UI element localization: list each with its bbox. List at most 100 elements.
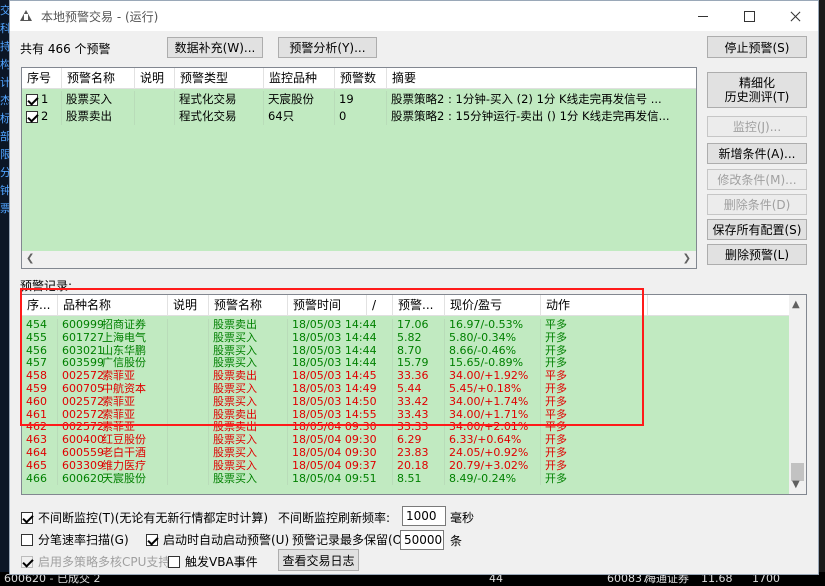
refresh-frequency-input[interactable]: 1000 bbox=[402, 506, 446, 526]
record-seq-cell: 465 bbox=[22, 459, 58, 473]
monitor-button[interactable]: 监控(J)... bbox=[707, 116, 807, 137]
record-alert-cell: 股票买入 bbox=[209, 459, 288, 473]
continuous-monitor-option[interactable]: 不间断监控(T)(无论有无新行情都定时计算) bbox=[21, 509, 268, 526]
record-alert-cell: 股票买入 bbox=[209, 434, 288, 447]
max-records-input[interactable]: 50000 bbox=[400, 530, 444, 550]
continuous-monitor-checkbox[interactable] bbox=[21, 511, 33, 524]
auto-start-checkbox[interactable] bbox=[146, 533, 158, 546]
maximize-button[interactable] bbox=[726, 1, 772, 31]
record-price-cell: 23.83 bbox=[393, 447, 445, 460]
alert-desc-cell bbox=[135, 108, 175, 125]
auto-start-option[interactable]: 启动时自动启动预警(U) bbox=[146, 531, 289, 548]
window-title: 本地预警交易 - (运行) bbox=[41, 9, 159, 24]
auto-start-label: 启动时自动启动预警(U) bbox=[163, 533, 290, 547]
alert-name-cell: 股票卖出 bbox=[62, 108, 135, 125]
record-table-row[interactable]: 464 600559 老白干酒 股票买入 18/05/04 09:30 23.83 24.0… bbox=[22, 447, 806, 460]
vba-event-label: 触发VBA事件 bbox=[185, 555, 258, 569]
record-desc-cell bbox=[168, 434, 209, 447]
multicore-option[interactable]: 启用多策略多核CPU支持 bbox=[21, 553, 170, 570]
record-table-row[interactable]: 465 603309 维力医疗 股票买入 18/05/04 09:37 20.18 20.7… bbox=[22, 459, 806, 473]
close-button[interactable] bbox=[772, 1, 818, 31]
delete-alert-button[interactable]: 删除预警(L) bbox=[707, 244, 807, 265]
record-alert-cell: 股票买入 bbox=[209, 447, 288, 460]
record-price-cell: 6.29 bbox=[393, 434, 445, 447]
alert-count-cell: 0 bbox=[335, 108, 387, 125]
alert-row-id-cell: 1 bbox=[22, 91, 62, 108]
record-price-cell: 8.51 bbox=[393, 472, 445, 486]
refine-backtest-line2: 历史测评(T) bbox=[724, 90, 790, 104]
alert-name-cell: 股票买入 bbox=[62, 91, 135, 108]
alert-column-header[interactable]: 预警类型 bbox=[175, 68, 264, 89]
alert-enabled-checkbox[interactable] bbox=[26, 93, 38, 106]
alert-column-header[interactable]: 说明 bbox=[135, 68, 175, 89]
alert-type-cell: 程式化交易 bbox=[175, 91, 264, 108]
alert-column-header[interactable]: 序号 bbox=[22, 68, 62, 89]
record-time-cell: 18/05/04 09:30 bbox=[288, 434, 393, 447]
record-desc-cell bbox=[168, 472, 209, 486]
alert-target-cell: 天宸股份 bbox=[264, 91, 335, 108]
record-action-cell: 开多 bbox=[545, 447, 567, 459]
record-now-cell: 8.49/-0.24% bbox=[445, 472, 541, 486]
record-action-cell: 开多 bbox=[545, 459, 567, 472]
record-name-cell: 老白干酒 bbox=[98, 447, 168, 460]
alert-table-header: 序号 预警名称 说明 预警类型 监控品种 预警数 摘要 bbox=[22, 68, 696, 89]
alert-type-cell: 程式化交易 bbox=[175, 108, 264, 125]
record-name-cell: 天宸股份 bbox=[98, 472, 168, 486]
record-table-row[interactable]: 466 600620 天宸股份 股票买入 18/05/04 09:51 8.51 8.49/… bbox=[22, 472, 806, 486]
record-code-cell: 600620 bbox=[62, 472, 103, 485]
save-all-config-button[interactable]: 保存所有配置(S) bbox=[707, 219, 807, 240]
scroll-up-icon[interactable]: ▲ bbox=[792, 299, 800, 310]
tick-scan-checkbox[interactable] bbox=[21, 533, 33, 546]
alert-summary-cell: 股票策略2 : 15分钟运行-卖出 () 1分 K线走完再发信... bbox=[391, 109, 670, 123]
scroll-left-icon[interactable]: ❮ bbox=[26, 253, 34, 264]
scroll-right-icon[interactable]: ❯ bbox=[683, 253, 691, 264]
record-seq-cell: 463 bbox=[22, 434, 58, 447]
continuous-monitor-label: 不间断监控(T)(无论有无新行情都定时计算) bbox=[38, 511, 269, 525]
minimize-button[interactable] bbox=[680, 1, 726, 31]
scroll-down-icon[interactable]: ▼ bbox=[792, 479, 800, 490]
local-alert-trading-window: 本地预警交易 - (运行) 共有 466 个预警 数据补充(W)... 预警分析… bbox=[9, 0, 819, 575]
alert-column-header[interactable]: 预警名称 bbox=[62, 68, 135, 89]
alert-table-row[interactable]: 1 股票买入 程式化交易 天宸股份 19 股票策略2 : 1分钟-买入 (2) 1分 K线… bbox=[22, 91, 696, 108]
alert-definition-table[interactable]: 序号 预警名称 说明 预警类型 监控品种 预警数 摘要 1 股票买入 程式化交易 天宸股份 19 股票… bbox=[21, 67, 697, 269]
view-trade-log-button[interactable]: 查看交易日志 bbox=[278, 549, 359, 571]
add-condition-button[interactable]: 新增条件(A)... bbox=[707, 143, 807, 164]
record-desc-cell bbox=[168, 447, 209, 460]
stop-alert-button[interactable]: 停止预警(S) bbox=[707, 36, 807, 58]
alert-target-cell: 64只 bbox=[264, 108, 335, 125]
record-code-cell: 600400 bbox=[62, 434, 103, 447]
record-name-cell: 红豆股份 bbox=[98, 434, 168, 447]
record-price-cell: 20.18 bbox=[393, 459, 445, 473]
record-action-cell: 开多 bbox=[545, 472, 567, 485]
delete-condition-button[interactable]: 删除条件(D) bbox=[707, 194, 807, 215]
tick-scan-option[interactable]: 分笔速率扫描(G) bbox=[21, 531, 129, 548]
refresh-frequency-label: 不间断监控刷新频率: bbox=[278, 511, 391, 525]
record-code-cell: 600559 bbox=[62, 447, 103, 459]
alert-column-header[interactable]: 摘要 bbox=[387, 68, 696, 89]
vba-event-option[interactable]: 触发VBA事件 bbox=[168, 553, 258, 570]
record-desc-cell bbox=[168, 459, 209, 473]
alert-row-id: 2 bbox=[41, 109, 49, 123]
record-table-vertical-scrollbar[interactable]: ▲ ▼ bbox=[789, 295, 806, 494]
alert-row-id-cell: 2 bbox=[22, 108, 62, 125]
refine-backtest-button[interactable]: 精细化 历史测评(T) bbox=[707, 72, 807, 108]
alert-enabled-checkbox[interactable] bbox=[26, 110, 38, 123]
alert-table-row[interactable]: 2 股票卖出 程式化交易 64只 0 股票策略2 : 15分钟运行-卖出 () 1分 K线… bbox=[22, 108, 696, 125]
modify-condition-button[interactable]: 修改条件(M)... bbox=[707, 169, 807, 190]
record-seq-cell: 466 bbox=[22, 472, 58, 486]
multicore-label: 启用多策略多核CPU支持 bbox=[38, 555, 171, 569]
record-now-cell: 24.05/+0.92% bbox=[445, 447, 541, 460]
highlight-annotation-box bbox=[20, 288, 644, 426]
data-fill-button[interactable]: 数据补充(W)... bbox=[167, 37, 263, 58]
alert-row-id: 1 bbox=[41, 92, 49, 106]
refresh-unit-label: 毫秒 bbox=[450, 511, 475, 525]
vba-event-checkbox[interactable] bbox=[168, 555, 180, 568]
alert-analysis-button[interactable]: 预警分析(Y)... bbox=[278, 37, 377, 58]
alert-column-header[interactable]: 预警数 bbox=[335, 68, 387, 89]
record-table-row[interactable]: 463 600400 红豆股份 股票买入 18/05/04 09:30 6.29 6.33/… bbox=[22, 434, 806, 447]
multicore-checkbox[interactable] bbox=[21, 555, 33, 568]
alert-column-header[interactable]: 监控品种 bbox=[264, 68, 335, 89]
record-time-cell: 18/05/04 09:51 bbox=[288, 472, 393, 486]
alert-table-horizontal-scrollbar[interactable]: ❮ ❯ bbox=[22, 251, 696, 268]
title-bar[interactable]: 本地预警交易 - (运行) bbox=[10, 1, 818, 31]
